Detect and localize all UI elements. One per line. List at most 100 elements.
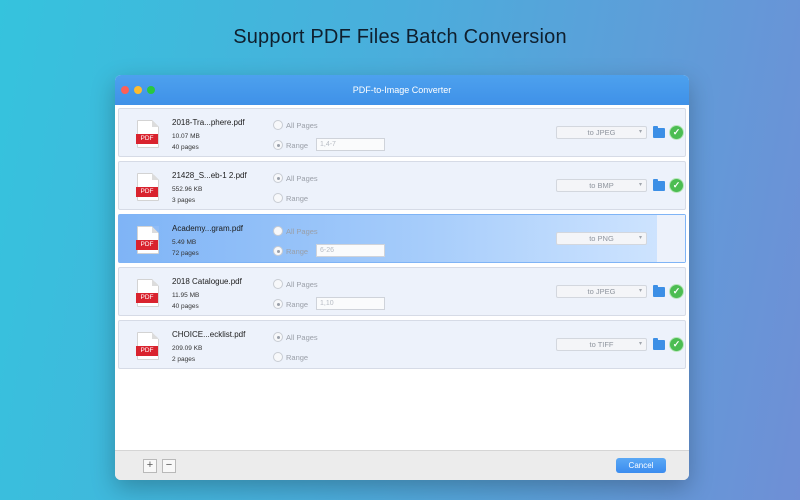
cancel-button[interactable]: Cancel [616, 458, 666, 473]
pdf-icon-label: PDF [136, 346, 158, 356]
range-input[interactable]: 6-26 [316, 244, 385, 257]
file-page-count: 72 pages [172, 250, 199, 257]
format-value: to PNG [589, 234, 614, 243]
range-label: Range [286, 193, 309, 203]
pdf-icon-label: PDF [136, 187, 158, 197]
all-pages-radio[interactable] [273, 120, 283, 130]
file-row[interactable]: PDF 21428_S...eb-1 2.pdf 552.96 KB 3 pag… [118, 161, 686, 210]
all-pages-radio[interactable] [273, 173, 283, 183]
pdf-icon-label: PDF [136, 240, 158, 250]
range-input[interactable]: 1,4-7 [316, 138, 385, 151]
add-file-button[interactable]: + [143, 459, 157, 473]
window-title: PDF-to-Image Converter [352, 85, 452, 95]
all-pages-radio[interactable] [273, 332, 283, 342]
range-option[interactable]: Range [273, 193, 308, 203]
range-radio[interactable] [273, 193, 283, 203]
range-radio[interactable] [273, 352, 283, 362]
close-window-button[interactable] [121, 86, 129, 94]
all-pages-label: All Pages [286, 279, 318, 289]
format-value: to JPEG [587, 287, 616, 296]
row-status-area [657, 215, 685, 262]
range-label: Range [286, 352, 309, 362]
checkmark-icon: ✓ [669, 125, 684, 140]
all-pages-label: All Pages [286, 332, 318, 342]
file-size: 552.96 KB [172, 186, 203, 193]
file-size: 5.49 MB [172, 239, 197, 246]
footer-bar: + − Cancel [115, 450, 689, 480]
file-page-count: 40 pages [172, 303, 199, 310]
minimize-window-button[interactable] [134, 86, 142, 94]
range-label: Range [286, 299, 309, 309]
file-size: 10.07 MB [172, 133, 200, 140]
zoom-window-button[interactable] [147, 86, 155, 94]
format-select[interactable]: to JPEG ▾ [556, 126, 647, 139]
format-select[interactable]: to BMP ▾ [556, 179, 647, 192]
all-pages-option[interactable]: All Pages [273, 279, 318, 289]
title-bar[interactable]: PDF-to-Image Converter [115, 75, 689, 105]
all-pages-option[interactable]: All Pages [273, 332, 318, 342]
checkmark-icon: ✓ [669, 284, 684, 299]
range-radio[interactable] [273, 246, 283, 256]
file-page-count: 2 pages [172, 356, 196, 363]
chevron-down-icon: ▾ [638, 341, 642, 347]
file-row[interactable]: PDF CHOICE...ecklist.pdf 209.09 KB 2 pag… [118, 320, 686, 369]
pdf-file-icon: PDF [136, 332, 159, 360]
format-select[interactable]: to TIFF ▾ [556, 338, 647, 351]
file-size: 209.09 KB [172, 345, 203, 352]
pdf-file-icon: PDF [136, 226, 159, 254]
file-name: Academy...gram.pdf [172, 224, 243, 233]
folder-icon[interactable] [653, 179, 665, 191]
all-pages-option[interactable]: All Pages [273, 120, 318, 130]
folder-icon[interactable] [653, 338, 665, 350]
window-controls [121, 86, 155, 94]
file-name: 21428_S...eb-1 2.pdf [172, 171, 247, 180]
pdf-icon-label: PDF [136, 293, 158, 303]
file-page-count: 40 pages [172, 144, 199, 151]
folder-icon[interactable] [653, 285, 665, 297]
remove-file-button[interactable]: − [162, 459, 176, 473]
format-select[interactable]: to PNG ▾ [556, 232, 647, 245]
range-label: Range [286, 140, 309, 150]
range-input[interactable]: 1,10 [316, 297, 385, 310]
format-select[interactable]: to JPEG ▾ [556, 285, 647, 298]
all-pages-label: All Pages [286, 120, 318, 130]
all-pages-option[interactable]: All Pages [273, 226, 318, 236]
pdf-file-icon: PDF [136, 173, 159, 201]
pdf-file-icon: PDF [136, 120, 159, 148]
all-pages-label: All Pages [286, 173, 318, 183]
all-pages-option[interactable]: All Pages [273, 173, 318, 183]
pdf-icon-label: PDF [136, 134, 158, 144]
range-label: Range [286, 246, 309, 256]
checkmark-icon: ✓ [669, 178, 684, 193]
checkmark-icon: ✓ [669, 337, 684, 352]
headline: Support PDF Files Batch Conversion [233, 26, 567, 48]
file-list: PDF 2018-Tra...phere.pdf 10.07 MB 40 pag… [118, 108, 686, 373]
format-value: to TIFF [589, 340, 614, 349]
range-radio[interactable] [273, 140, 283, 150]
file-size: 11.95 MB [172, 292, 200, 299]
all-pages-label: All Pages [286, 226, 318, 236]
file-row[interactable]: PDF Academy...gram.pdf 5.49 MB 72 pages … [118, 214, 686, 263]
file-page-count: 3 pages [172, 197, 196, 204]
file-name: 2018 Catalogue.pdf [172, 277, 242, 286]
file-name: CHOICE...ecklist.pdf [172, 330, 246, 339]
chevron-down-icon: ▾ [638, 235, 642, 241]
app-window: PDF-to-Image Converter PDF 2018-Tra...ph… [115, 75, 689, 480]
range-option[interactable]: Range [273, 140, 308, 150]
pdf-file-icon: PDF [136, 279, 159, 307]
file-row[interactable]: PDF 2018-Tra...phere.pdf 10.07 MB 40 pag… [118, 108, 686, 157]
file-name: 2018-Tra...phere.pdf [172, 118, 245, 127]
format-value: to JPEG [587, 128, 616, 137]
format-value: to BMP [589, 181, 614, 190]
chevron-down-icon: ▾ [638, 182, 642, 188]
chevron-down-icon: ▾ [638, 288, 642, 294]
folder-icon[interactable] [653, 126, 665, 138]
range-option[interactable]: Range [273, 299, 308, 309]
all-pages-radio[interactable] [273, 226, 283, 236]
chevron-down-icon: ▾ [638, 129, 642, 135]
range-radio[interactable] [273, 299, 283, 309]
range-option[interactable]: Range [273, 352, 308, 362]
all-pages-radio[interactable] [273, 279, 283, 289]
range-option[interactable]: Range [273, 246, 308, 256]
file-row[interactable]: PDF 2018 Catalogue.pdf 11.95 MB 40 pages… [118, 267, 686, 316]
